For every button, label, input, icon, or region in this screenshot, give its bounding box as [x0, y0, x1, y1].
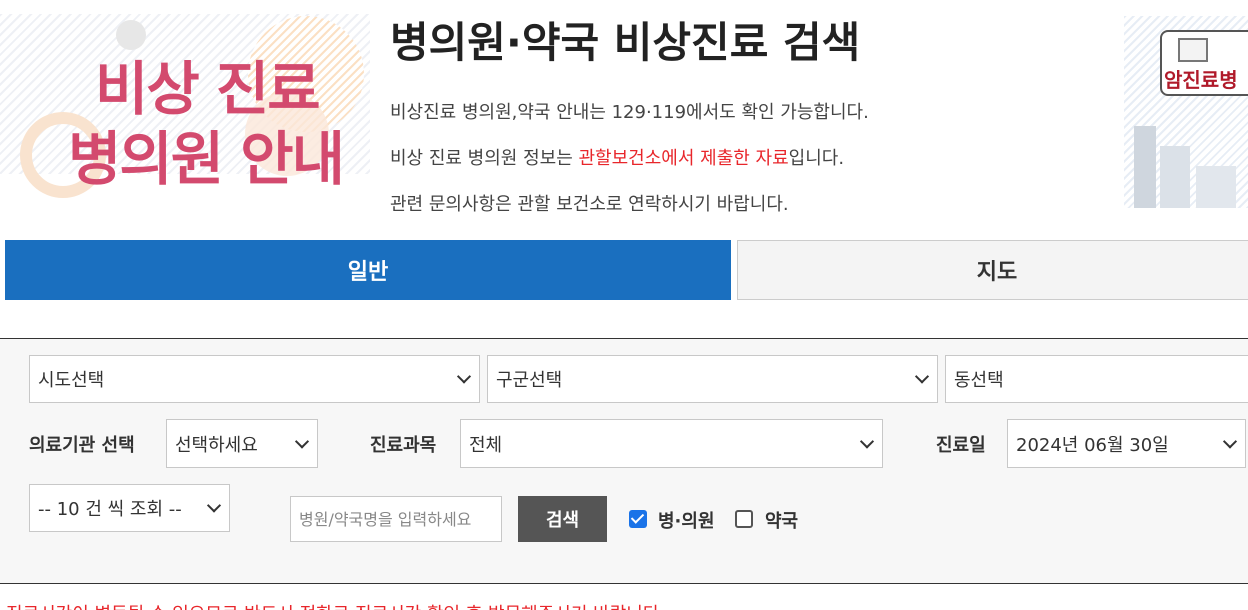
- gugun-select-value: 구군선택: [496, 370, 563, 391]
- hospital-icon: [1178, 38, 1208, 62]
- department-select[interactable]: 전체: [460, 419, 883, 468]
- info-line-contact: 비상진료 병의원,약국 안내는 129·119에서도 확인 가능합니다.: [390, 102, 869, 123]
- chevron-down-icon: [1222, 433, 1238, 449]
- page-title: 병의원·약국 비상진료 검색: [390, 18, 861, 67]
- chevron-down-icon: [914, 369, 930, 384]
- info-line-inquiry: 관련 문의사항은 관할 보건소로 연락하시기 바랍니다.: [390, 194, 789, 215]
- tab-bar: 일반 지도: [5, 240, 1248, 300]
- info-line-source: 비상 진료 병의원 정보는 관할보건소에서 제출한 자료입니다.: [390, 144, 844, 170]
- cancer-clinic-badge: 암진료병: [1160, 30, 1248, 96]
- search-button[interactable]: 검색: [518, 496, 607, 542]
- info-line-source-highlight: 관할보건소에서 제출한 자료: [578, 148, 789, 169]
- dong-select-value: 동선택: [954, 370, 1004, 391]
- building-shape: [1160, 146, 1190, 208]
- notice-text: 진료시간이 변동될 수 있으므로 반드시 전화로 진료시간 확인 후 방문해주시…: [6, 600, 665, 610]
- banner-title-line1: 비상 진료: [95, 55, 321, 123]
- page-size-select-value: -- 10 건 씩 조회 --: [38, 499, 182, 520]
- pharmacy-checkbox[interactable]: [735, 510, 753, 528]
- banner-circle: [116, 20, 146, 50]
- building-shape: [1134, 126, 1156, 208]
- tab-general[interactable]: 일반: [5, 240, 731, 300]
- date-label: 진료일: [936, 435, 986, 456]
- institution-select[interactable]: 선택하세요: [166, 419, 318, 468]
- sido-select[interactable]: 시도선택: [29, 355, 480, 403]
- banner-left: 비상 진료 병의원 안내: [0, 0, 370, 225]
- chevron-down-icon: [206, 498, 222, 513]
- department-label: 진료과목: [370, 435, 437, 456]
- pharmacy-checkbox-label[interactable]: 약국: [765, 507, 798, 533]
- hospital-checkbox[interactable]: [629, 510, 647, 528]
- page-size-select[interactable]: -- 10 건 씩 조회 --: [29, 484, 230, 532]
- institution-select-value: 선택하세요: [175, 434, 258, 456]
- info-line-source-suffix: 입니다.: [788, 148, 845, 169]
- search-panel: 시도선택 구군선택 동선택 의료기관 선택 선택하세요 진료과목 전체 진료일 …: [0, 338, 1248, 584]
- dong-select[interactable]: 동선택: [945, 355, 1248, 403]
- cancer-clinic-banner[interactable]: 암진료병: [1124, 16, 1248, 208]
- date-select-value: 2024년 06월 30일: [1016, 434, 1169, 456]
- info-line-source-prefix: 비상 진료 병의원 정보는: [390, 148, 579, 169]
- date-select[interactable]: 2024년 06월 30일: [1007, 419, 1246, 468]
- hospital-checkbox-label[interactable]: 병·의원: [658, 507, 715, 533]
- chevron-down-icon: [859, 433, 875, 449]
- header: 병의원·약국 비상진료 검색 비상진료 병의원,약국 안내는 129·119에서…: [390, 18, 1110, 215]
- name-search-input[interactable]: [290, 496, 502, 542]
- tab-map[interactable]: 지도: [737, 240, 1248, 300]
- department-select-value: 전체: [469, 434, 503, 456]
- banner-title-line2: 병의원 안내: [68, 125, 345, 193]
- chevron-down-icon: [294, 433, 310, 449]
- chevron-down-icon: [456, 369, 472, 384]
- building-shape: [1196, 166, 1236, 208]
- institution-label: 의료기관 선택: [29, 435, 135, 456]
- sido-select-value: 시도선택: [38, 370, 105, 391]
- cancer-clinic-badge-label: 암진료병: [1164, 68, 1238, 92]
- gugun-select[interactable]: 구군선택: [487, 355, 938, 403]
